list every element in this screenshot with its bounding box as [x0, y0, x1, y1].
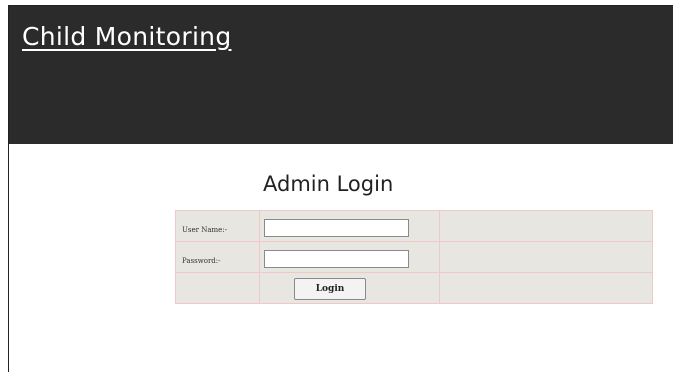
- submit-button-cell: Login: [259, 272, 440, 304]
- submit-empty-cell-left: [175, 272, 260, 304]
- site-title-link[interactable]: Child Monitoring: [22, 22, 232, 51]
- submit-row: Login: [175, 272, 653, 304]
- login-heading: Admin Login: [263, 172, 394, 196]
- password-row: Password:-: [175, 241, 653, 273]
- username-label: User Name:-: [182, 225, 228, 234]
- username-input-cell: [259, 210, 440, 242]
- password-label: Password:-: [182, 256, 221, 265]
- login-button[interactable]: Login: [294, 278, 366, 300]
- submit-empty-cell-right: [439, 272, 653, 304]
- password-empty-cell: [439, 241, 653, 273]
- username-input[interactable]: [264, 218, 409, 237]
- password-input-cell: [259, 241, 440, 273]
- page-frame: Child Monitoring Admin Login User Name:-…: [8, 5, 673, 372]
- password-label-cell: Password:-: [175, 241, 260, 273]
- username-label-cell: User Name:-: [175, 210, 260, 242]
- site-header: Child Monitoring: [9, 6, 673, 144]
- login-form-table: User Name:- Password:- Login: [175, 210, 653, 304]
- username-empty-cell: [439, 210, 653, 242]
- password-input[interactable]: [264, 249, 409, 268]
- username-row: User Name:-: [175, 210, 653, 242]
